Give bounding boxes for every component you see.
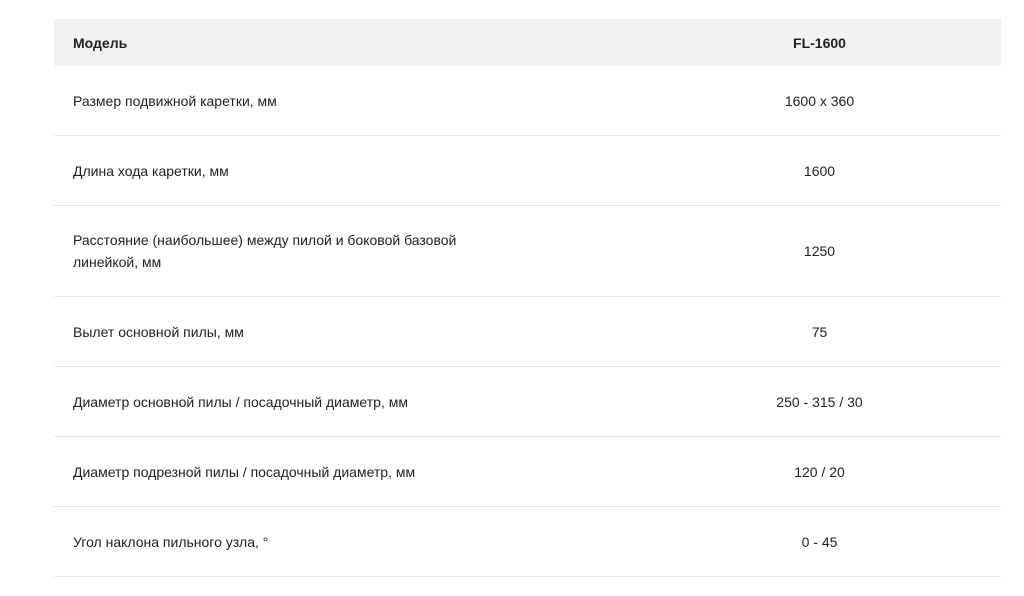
row-value-cell: 1600 [803, 162, 836, 179]
table-row: Вылет основной пилы, мм 75 [54, 297, 1001, 367]
table-header-row: Модель FL-1600 [54, 19, 1001, 66]
table-row: Длина хода каретки, мм 1600 [54, 136, 1001, 206]
row-value-cell: 75 [811, 323, 828, 340]
table-row: Расстояние (наибольшее) между пилой и бо… [54, 206, 1001, 297]
table-row: Диаметр основной пилы / посадочный диаме… [54, 367, 1001, 437]
row-label-cell: Длина хода каретки, мм [73, 162, 229, 179]
row-label-cell: Диаметр основной пилы / посадочный диаме… [73, 393, 408, 410]
row-value-cell: 250 - 315 / 30 [776, 393, 863, 410]
row-value-cell: 0 - 45 [801, 533, 838, 550]
row-value-cell: 1250 [803, 243, 836, 259]
table-row: Угол наклона пильного узла, ° 0 - 45 [54, 507, 1001, 577]
header-label-cell: Модель [73, 34, 128, 51]
row-label-cell: Вылет основной пилы, мм [73, 323, 244, 340]
spec-table: Модель FL-1600 Размер подвижной каретки,… [54, 19, 1001, 577]
row-value-cell: 1600 x 360 [784, 92, 855, 109]
row-label-cell: Диаметр подрезной пилы / посадочный диам… [73, 463, 416, 480]
row-label-cell: Размер подвижной каретки, мм [73, 92, 277, 109]
table-row: Размер подвижной каретки, мм 1600 x 360 [54, 66, 1001, 136]
header-value-cell: FL-1600 [793, 34, 846, 51]
row-value-cell: 120 / 20 [794, 463, 845, 480]
table-row: Диаметр подрезной пилы / посадочный диам… [54, 437, 1001, 507]
row-label-cell: Угол наклона пильного узла, ° [73, 533, 269, 550]
row-label-cell: Расстояние (наибольшее) между пилой и бо… [73, 232, 457, 270]
